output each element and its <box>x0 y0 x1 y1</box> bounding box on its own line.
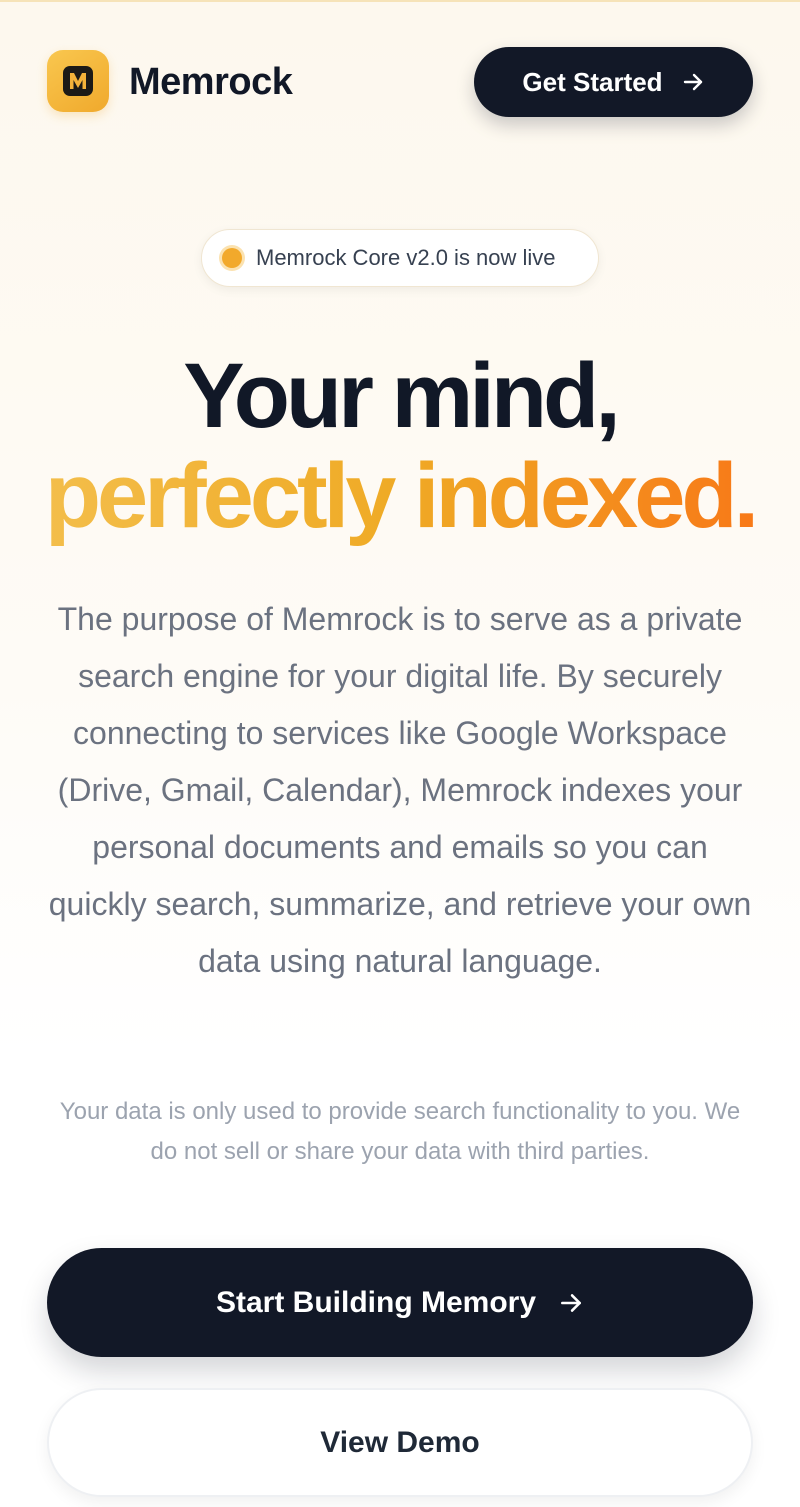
arrow-right-icon <box>558 1290 584 1316</box>
headline-line-2: perfectly indexed. <box>0 446 800 546</box>
status-dot-icon <box>222 248 242 268</box>
get-started-label: Get Started <box>522 66 663 97</box>
privacy-note: Your data is only used to provide search… <box>59 1098 741 1165</box>
release-badge[interactable]: Memrock Core v2.0 is now live <box>201 229 599 287</box>
headline-line-1: Your mind, <box>183 345 621 447</box>
view-demo-label: View Demo <box>320 1425 480 1459</box>
logo-glyph <box>63 66 93 96</box>
hero-headline: Your mind, perfectly indexed. <box>0 346 800 546</box>
memrock-logo-icon[interactable] <box>47 50 109 112</box>
view-demo-button[interactable]: View Demo <box>47 1388 753 1497</box>
hero-description: The purpose of Memrock is to serve as a … <box>48 601 752 979</box>
start-building-memory-button[interactable]: Start Building Memory <box>47 1248 753 1357</box>
start-building-memory-label: Start Building Memory <box>215 1285 537 1319</box>
arrow-right-icon <box>681 70 705 94</box>
site-header: Memrock Get Started <box>0 0 800 160</box>
get-started-button[interactable]: Get Started <box>474 47 753 117</box>
release-badge-text: Memrock Core v2.0 is now live <box>256 245 556 270</box>
brand-name[interactable]: Memrock <box>129 58 293 106</box>
